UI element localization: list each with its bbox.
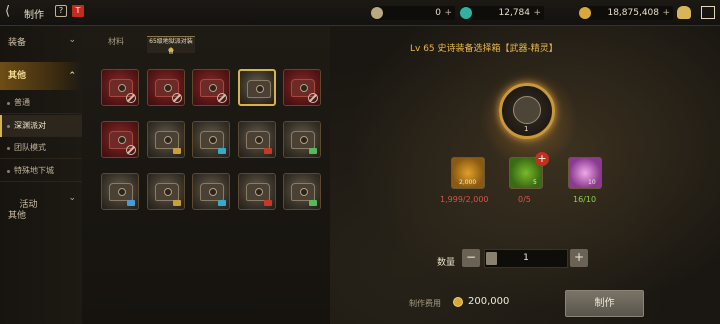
material-count: 5 — [533, 179, 537, 186]
add-gold-icon[interactable]: + — [662, 6, 670, 20]
make-button[interactable]: 制作 — [565, 290, 644, 317]
item-slot[interactable] — [146, 173, 185, 210]
calculator-icon[interactable] — [486, 252, 497, 265]
chest-icon — [291, 131, 315, 149]
sidebar-category-event[interactable]: 活动 其他 ⌄ — [0, 189, 82, 221]
gold-coin-icon — [453, 297, 463, 307]
chest-icon — [246, 80, 271, 98]
quantity-plus-button[interactable]: + — [570, 249, 588, 267]
money-bag-icon[interactable] — [677, 6, 691, 19]
fee-value: 200,000 — [468, 296, 510, 307]
chest-icon — [200, 183, 224, 201]
item-slot[interactable] — [237, 69, 276, 106]
result-count: 1 — [524, 125, 529, 133]
tab-lv65-party-gear[interactable]: 65级地狱派对装备 — [147, 36, 195, 55]
sidebar-item-special-dungeon[interactable]: 特殊地下城 — [0, 160, 82, 182]
material-count: 10 — [588, 179, 596, 186]
quantity-label: 数量 — [437, 258, 456, 268]
chest-icon — [513, 96, 541, 124]
weapon-type-icon — [172, 200, 181, 206]
item-slot[interactable] — [283, 173, 321, 210]
material-progress: 1,999/2,000 — [440, 195, 489, 204]
material-progress: 16/10 — [573, 195, 597, 204]
gold-coin-icon — [579, 7, 591, 19]
item-slot[interactable] — [283, 69, 321, 106]
quantity-minus-button[interactable]: − — [462, 249, 480, 267]
chest-icon — [154, 131, 179, 149]
weapon-type-icon — [309, 200, 317, 206]
item-slot[interactable] — [101, 69, 139, 106]
page-title: 制作 — [24, 10, 44, 21]
weapon-type-icon — [127, 200, 135, 206]
chest-icon — [200, 131, 224, 149]
item-slot[interactable] — [101, 121, 139, 158]
currency-value: 18,875,408 — [607, 8, 659, 18]
locked-icon — [171, 93, 182, 103]
back-arrow-icon[interactable]: ⟨ — [5, 5, 19, 19]
chevron-down-icon: ⌄ — [68, 35, 76, 45]
locked-icon — [217, 93, 227, 103]
category-label: 活动 其他 — [8, 200, 38, 221]
chest-icon — [291, 183, 315, 201]
weapon-type-icon — [263, 200, 272, 206]
weapon-type-icon — [309, 148, 317, 154]
item-slot[interactable] — [237, 121, 276, 158]
item-slot[interactable] — [192, 121, 230, 158]
sidebar-item-raid[interactable]: 团队模式 — [0, 137, 82, 159]
currency-silver: 0 + — [371, 6, 455, 20]
chevron-down-icon: ⌄ — [68, 193, 76, 203]
chest-icon — [154, 183, 179, 201]
locked-icon — [126, 145, 136, 155]
green-gem-icon — [460, 7, 472, 19]
material-count: 2,000 — [459, 179, 477, 186]
item-slot[interactable] — [146, 121, 185, 158]
sidebar-item-abyss-party[interactable]: 深渊派对 — [0, 115, 82, 137]
fee-label: 制作费用 — [409, 299, 441, 308]
chest-icon — [245, 183, 270, 201]
item-slot[interactable] — [237, 173, 276, 210]
item-slot[interactable] — [101, 173, 139, 210]
currency-gold: 18,875,408 + — [579, 6, 673, 20]
sidebar: 装备 ⌄ 其他 ⌃ 普通 深渊派对 团队模式 特殊地下城 活动 其他 ⌄ — [0, 26, 82, 324]
sidebar-category-equipment[interactable]: 装备 ⌄ — [0, 35, 82, 49]
category-label: 装备 — [8, 38, 27, 48]
item-slot[interactable] — [192, 173, 230, 210]
locked-icon — [126, 93, 136, 103]
locked-icon — [308, 93, 318, 103]
weapon-type-icon — [263, 148, 272, 154]
chest-icon — [245, 131, 270, 149]
weapon-type-icon — [218, 200, 226, 206]
flag-icon[interactable]: T — [72, 5, 84, 17]
material-progress: 0/5 — [518, 195, 531, 204]
currency-value: 0 — [435, 8, 441, 18]
chevron-up-icon: ⌃ — [68, 71, 76, 81]
help-icon[interactable]: ? — [55, 5, 67, 17]
material-slot-3[interactable] — [568, 157, 602, 189]
item-slot[interactable] — [146, 69, 185, 106]
item-title: Lv 65 史诗装备选择箱【武器-精灵】 — [410, 44, 558, 54]
item-slot[interactable] — [283, 121, 321, 158]
add-gem-icon[interactable]: + — [533, 6, 541, 20]
category-label: 其他 — [8, 71, 27, 81]
add-silver-icon[interactable]: + — [444, 6, 452, 20]
top-bar: ⟨ 制作 ? T 0 + 12,784 + 18,875,408 + — [0, 0, 720, 26]
silver-c-icon — [371, 7, 383, 19]
weapon-type-icon — [172, 148, 181, 154]
sidebar-item-normal[interactable]: 普通 — [0, 92, 82, 114]
currency-value: 12,784 — [498, 8, 531, 18]
currency-gem: 12,784 + — [460, 6, 544, 20]
chest-icon — [109, 183, 133, 201]
add-material-icon[interactable]: + — [535, 152, 549, 166]
item-slot[interactable] — [192, 69, 230, 106]
sidebar-category-other[interactable]: 其他 ⌃ — [0, 62, 82, 90]
weapon-type-icon — [218, 148, 226, 154]
mail-icon[interactable] — [701, 6, 715, 19]
tab-materials[interactable]: 材料 — [108, 36, 124, 47]
